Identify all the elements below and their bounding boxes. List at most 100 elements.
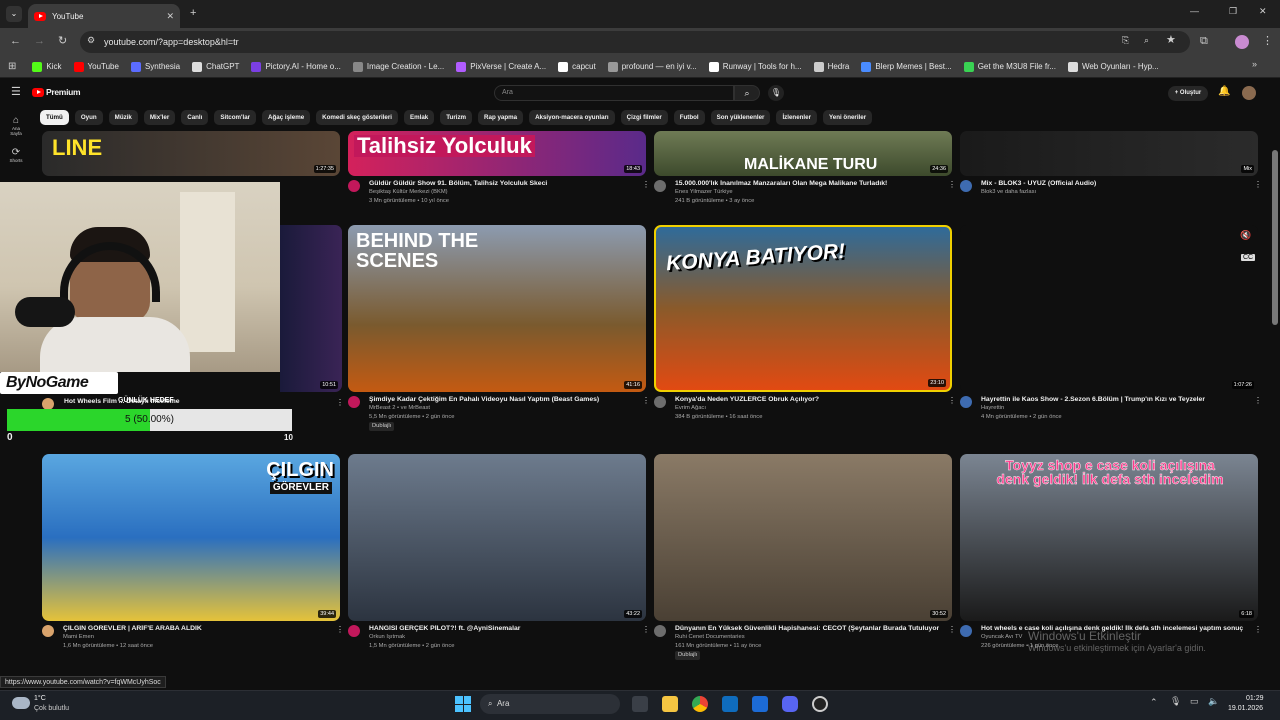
chip-8[interactable]: Emlak	[403, 110, 435, 125]
video-thumbnail[interactable]: KONYA BATIYOR! 23:10	[654, 225, 952, 392]
video-title[interactable]: Hayrettin ile Kaos Show - 2.Sezon 6.Bölü…	[981, 396, 1245, 403]
mute-icon[interactable]: 🔇	[1240, 231, 1251, 240]
chip-16[interactable]: Yeni öneriler	[822, 110, 873, 125]
channel-avatar[interactable]	[654, 396, 666, 408]
restore-button[interactable]: ❐	[1229, 7, 1237, 16]
chrome-icon[interactable]	[692, 696, 708, 712]
bookmark-item[interactable]: Pictory.AI - Home o...	[251, 61, 341, 72]
video-thumbnail[interactable]: 10:51	[280, 225, 342, 392]
channel-avatar[interactable]	[654, 625, 666, 637]
task-view-icon[interactable]	[632, 696, 648, 712]
apps-icon[interactable]: ⊞	[8, 61, 16, 72]
bookmark-item[interactable]: Kick	[32, 61, 62, 72]
chip-0[interactable]: Tümü	[40, 110, 69, 125]
video-title[interactable]: HANGİSİ GERÇEK PİLOT?! ft. @AyniSinemala…	[369, 625, 633, 632]
weather-icon[interactable]	[12, 697, 30, 709]
tray-chevron-icon[interactable]: ⌃	[1150, 698, 1158, 707]
back-icon[interactable]: ←	[10, 36, 21, 47]
install-icon[interactable]: ⎘	[1122, 36, 1129, 45]
channel-avatar[interactable]	[42, 625, 54, 637]
more-options-icon[interactable]: ⋮	[948, 625, 956, 634]
video-thumbnail[interactable]: Toyyz shop e case koli açılışına denk ge…	[960, 454, 1258, 621]
bookmark-item[interactable]: Hedra	[813, 61, 849, 72]
bookmark-star-icon[interactable]: ★	[1166, 35, 1176, 46]
channel-name[interactable]: Orkun Işıtmak	[369, 633, 405, 642]
channel-avatar[interactable]	[348, 625, 360, 637]
outlook-icon[interactable]	[722, 696, 738, 712]
sidebar-item-shorts[interactable]: ⟳ Shorts	[8, 147, 24, 163]
video-thumbnail[interactable]: Talihsiz Yolculuk 18:43	[348, 131, 646, 176]
more-options-icon[interactable]: ⋮	[642, 396, 650, 405]
video-thumbnail[interactable]: 30:52	[654, 454, 952, 621]
search-button[interactable]: ⌕	[734, 85, 760, 101]
chip-5[interactable]: Sitcom'lar	[214, 110, 257, 125]
video-title[interactable]: Şimdiye Kadar Çektiğim En Pahalı Videoyu…	[369, 396, 633, 403]
more-options-icon[interactable]: ⋮	[1254, 625, 1262, 634]
start-button[interactable]	[455, 696, 471, 712]
bookmark-item[interactable]: profound — en iyi v...	[607, 61, 697, 72]
discord-icon[interactable]	[782, 696, 798, 712]
channel-avatar[interactable]	[960, 396, 972, 408]
channel-name[interactable]: Ruhi Cenet Documentaries	[675, 633, 745, 642]
video-title[interactable]: Güldür Güldür Show 91. Bölüm, Talihsiz Y…	[369, 180, 633, 187]
file-explorer-icon[interactable]	[662, 696, 678, 712]
channel-avatar[interactable]	[654, 180, 666, 192]
bookmark-item[interactable]: YouTube	[73, 61, 119, 72]
bookmark-item[interactable]: Web Oyunları - Hyp...	[1067, 61, 1159, 72]
more-bookmarks-icon[interactable]: »	[1252, 60, 1257, 69]
clock-date[interactable]: 19.01.2026	[1228, 705, 1263, 712]
youtube-logo[interactable]: Premium	[32, 87, 81, 97]
bookmark-item[interactable]: PixVerse | Create A...	[456, 61, 546, 72]
channel-name[interactable]: Beşiktaş Kültür Merkezi (BKM)	[369, 188, 448, 197]
weather-desc[interactable]: Çok bulutlu	[34, 705, 69, 712]
profile-avatar[interactable]	[1235, 35, 1249, 49]
channel-avatar[interactable]	[348, 396, 360, 408]
mic-tray-icon[interactable]: 🎙	[1170, 697, 1181, 706]
chip-14[interactable]: Son yüklenenler	[710, 110, 771, 125]
more-options-icon[interactable]: ⋮	[642, 625, 650, 634]
app-icon[interactable]	[752, 696, 768, 712]
channel-name[interactable]: Hayrettin	[981, 404, 1004, 413]
chip-12[interactable]: Çizgi filmler	[620, 110, 668, 125]
tab-youtube[interactable]: YouTube ✕	[28, 4, 180, 28]
video-thumbnail[interactable]: BEHIND THE SCENES 41:16	[348, 225, 646, 392]
tab-list-button[interactable]: ⌄	[6, 6, 22, 22]
chip-2[interactable]: Müzik	[108, 110, 138, 125]
video-title[interactable]: ÇILGIN GÖREVLER | ARİF'E ARABA ALDIK	[63, 625, 327, 632]
new-tab-button[interactable]: +	[190, 8, 196, 19]
video-title[interactable]: Hot Wheels Film ... Detaylı İnceleme	[64, 398, 324, 405]
video-title[interactable]: Dünyanın En Yüksek Güvenlikli Hapishanes…	[675, 625, 939, 632]
more-options-icon[interactable]: ⋮	[1254, 180, 1262, 189]
hamburger-icon[interactable]: ☰	[11, 87, 21, 98]
video-thumbnail[interactable]: LINE 1:27:35	[42, 131, 340, 176]
channel-name[interactable]: Enes Yilmazer Türkiye	[675, 188, 733, 197]
channel-avatar[interactable]	[348, 180, 360, 192]
clock-time[interactable]: 01:29	[1246, 695, 1264, 702]
video-thumbnail[interactable]: ÇILGIN GÖREVLER 39:44	[42, 454, 340, 621]
chip-13[interactable]: Futbol	[673, 110, 705, 125]
extensions-icon[interactable]: ⧉	[1200, 36, 1208, 47]
video-title[interactable]: Mix - BLOK3 - UYUZ (Official Audio)	[981, 180, 1245, 187]
obs-icon[interactable]	[812, 696, 828, 712]
close-icon[interactable]: ✕	[166, 11, 174, 21]
minimize-button[interactable]: —	[1190, 7, 1199, 16]
volume-icon[interactable]: 🔈	[1208, 697, 1219, 706]
channel-avatar[interactable]	[960, 180, 972, 192]
voice-search-button[interactable]: 🎙	[768, 85, 784, 101]
channel-name[interactable]: MrBeast 2 • ve MrBeast	[369, 404, 430, 413]
more-options-icon[interactable]: ⋮	[1254, 396, 1262, 405]
menu-icon[interactable]: ⋮	[1262, 36, 1273, 47]
video-thumbnail[interactable]: 43:22	[348, 454, 646, 621]
chip-15[interactable]: İzlenenler	[776, 110, 817, 125]
more-options-icon[interactable]: ⋮	[336, 398, 344, 407]
video-thumbnail[interactable]: MALİKANE TURU 24:36	[654, 131, 952, 176]
bookmark-item[interactable]: Get the M3U8 File fr...	[963, 61, 1056, 72]
more-options-icon[interactable]: ⋮	[336, 625, 344, 634]
reload-icon[interactable]: ↻	[58, 36, 67, 47]
create-button[interactable]: + Oluştur	[1168, 86, 1208, 101]
bookmark-item[interactable]: Runway | Tools for h...	[708, 61, 802, 72]
chip-6[interactable]: Ağaç işleme	[262, 110, 311, 125]
chip-11[interactable]: Aksiyon-macera oyunları	[529, 110, 615, 125]
chip-9[interactable]: Turizm	[440, 110, 473, 125]
video-title[interactable]: 15.000.000'lık İnanılmaz Manzaraları Ola…	[675, 180, 939, 187]
